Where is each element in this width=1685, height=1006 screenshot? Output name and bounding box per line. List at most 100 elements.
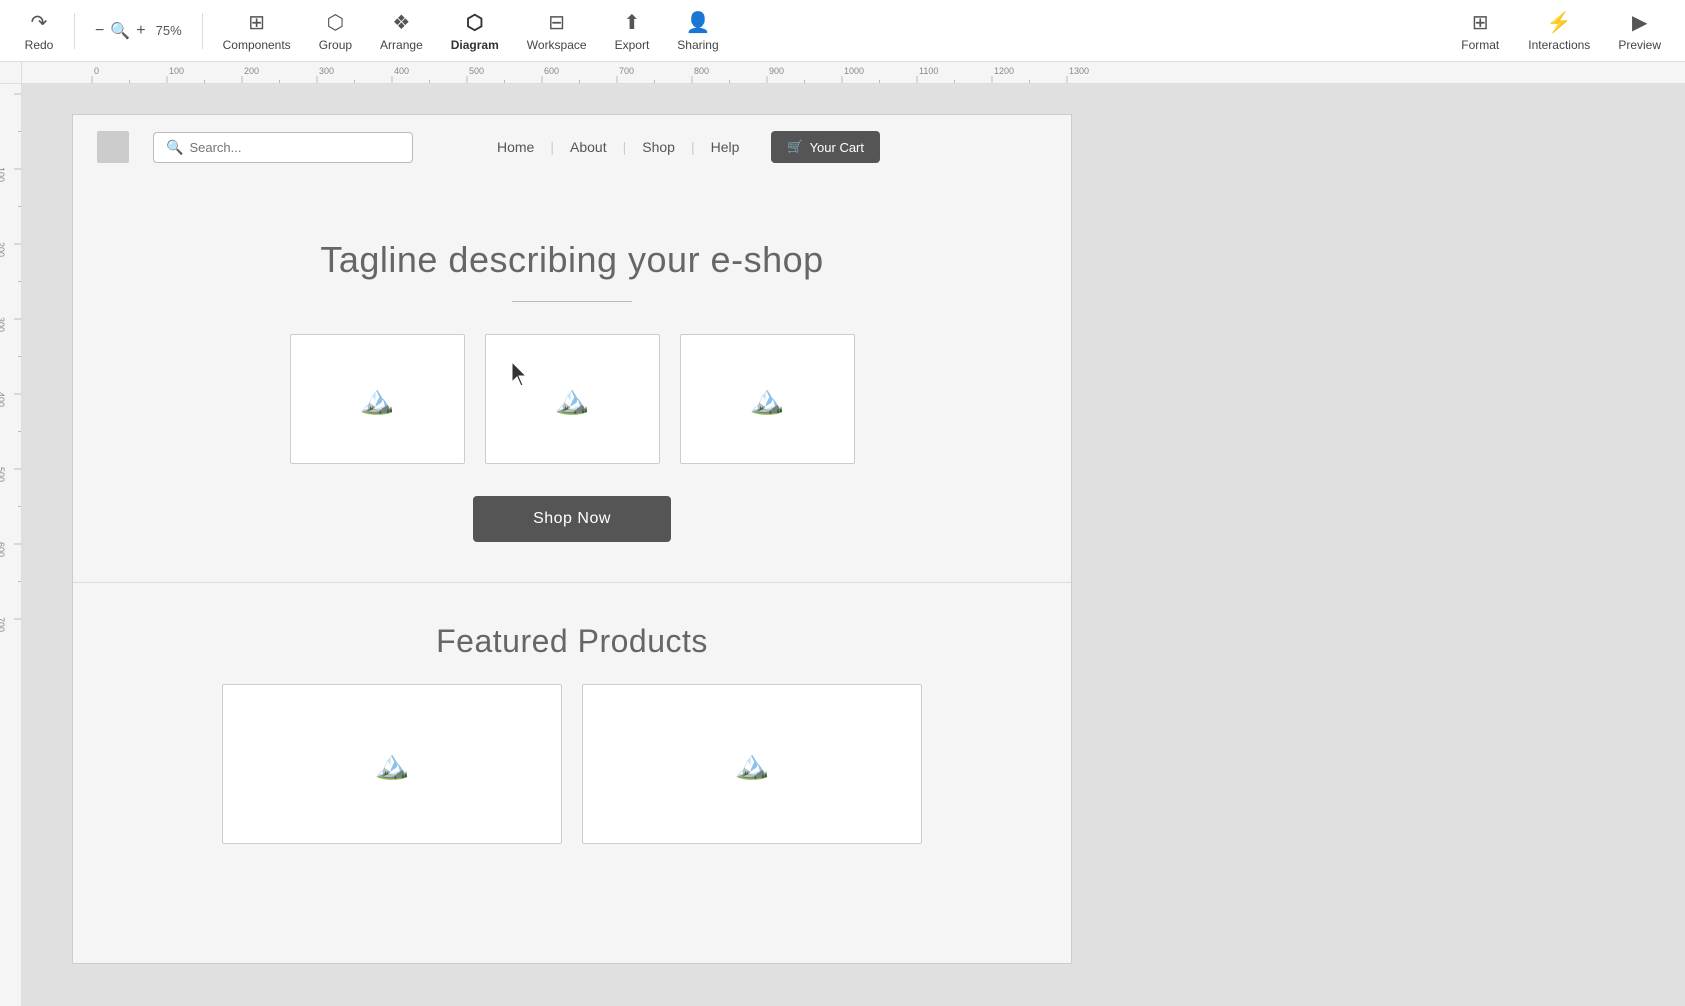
- zoom-value: 75%: [152, 23, 186, 38]
- featured-image-2: 🏔️: [735, 748, 770, 781]
- nav-sep-3: |: [691, 139, 695, 155]
- search-icon: 🔍: [166, 139, 183, 156]
- svg-text:900: 900: [769, 66, 784, 76]
- format-button[interactable]: ⊞ Format: [1448, 4, 1512, 58]
- components-button[interactable]: ⊞ Components: [211, 4, 303, 58]
- interactions-label: Interactions: [1528, 38, 1590, 52]
- zoom-icon: 🔍: [110, 21, 130, 41]
- wireframe-navbar: 🔍 Home | About | Shop | Help 🛒 Your Cart: [73, 115, 1071, 179]
- workspace-icon: ⊟: [548, 10, 565, 35]
- ruler-horizontal: 0 100 200 300 400 500 600 700 800 900 1000 1100 1200…: [22, 62, 1685, 84]
- export-icon: ⬆: [624, 10, 641, 35]
- svg-text:0: 0: [94, 66, 99, 76]
- svg-text:400: 400: [0, 392, 6, 407]
- product-image-2: 🏔️: [555, 383, 590, 416]
- group-label: Group: [319, 38, 352, 52]
- cart-icon: 🛒: [787, 139, 803, 155]
- ruler-corner: [0, 62, 22, 84]
- zoom-plus-button[interactable]: +: [132, 20, 149, 42]
- arrange-label: Arrange: [380, 38, 423, 52]
- components-label: Components: [223, 38, 291, 52]
- svg-text:200: 200: [0, 242, 6, 257]
- svg-text:1200: 1200: [994, 66, 1014, 76]
- featured-image-1: 🏔️: [375, 748, 410, 781]
- svg-text:500: 500: [469, 66, 484, 76]
- page-frame: 🔍 Home | About | Shop | Help 🛒 Your Cart…: [72, 114, 1072, 964]
- cart-button[interactable]: 🛒 Your Cart: [771, 131, 880, 163]
- nav-sep-2: |: [623, 139, 627, 155]
- hero-divider: [512, 301, 632, 302]
- format-icon: ⊞: [1472, 10, 1489, 35]
- export-label: Export: [615, 38, 650, 52]
- nav-shop[interactable]: Shop: [634, 135, 683, 159]
- toolbar: ↷ Redo − 🔍 + 75% ⊞ Components ⬡ Group ❖ …: [0, 0, 1685, 62]
- redo-icon: ↷: [31, 10, 48, 35]
- group-button[interactable]: ⬡ Group: [307, 4, 364, 58]
- diagram-button[interactable]: ⬡ Diagram: [439, 4, 511, 58]
- featured-card-2[interactable]: 🏔️: [582, 684, 922, 844]
- export-button[interactable]: ⬆ Export: [603, 4, 662, 58]
- svg-text:1300: 1300: [1069, 66, 1089, 76]
- svg-text:400: 400: [394, 66, 409, 76]
- nav-help[interactable]: Help: [703, 135, 748, 159]
- svg-text:100: 100: [0, 167, 6, 182]
- shop-now-button[interactable]: Shop Now: [473, 496, 671, 542]
- featured-grid: 🏔️ 🏔️: [97, 684, 1047, 844]
- svg-text:600: 600: [544, 66, 559, 76]
- arrange-icon: ❖: [392, 10, 410, 35]
- search-bar[interactable]: 🔍: [153, 132, 413, 163]
- format-label: Format: [1461, 38, 1499, 52]
- canvas-area[interactable]: 🔍 Home | About | Shop | Help 🛒 Your Cart…: [22, 84, 1685, 1006]
- divider-1: [74, 13, 75, 49]
- svg-text:700: 700: [619, 66, 634, 76]
- zoom-minus-button[interactable]: −: [91, 20, 108, 42]
- diagram-icon: ⬡: [466, 10, 483, 35]
- svg-text:800: 800: [694, 66, 709, 76]
- nav-sep-1: |: [550, 139, 554, 155]
- product-card-3[interactable]: 🏔️: [680, 334, 855, 464]
- product-grid: 🏔️ 🏔️ 🏔️: [97, 334, 1047, 464]
- sharing-button[interactable]: 👤 Sharing: [665, 4, 730, 58]
- ruler-vertical: 100 200 300 400 500 600 700: [0, 84, 22, 1006]
- product-card-2[interactable]: 🏔️: [485, 334, 660, 464]
- svg-text:300: 300: [319, 66, 334, 76]
- diagram-label: Diagram: [451, 38, 499, 52]
- divider-2: [202, 13, 203, 49]
- preview-button[interactable]: ▶ Preview: [1606, 4, 1673, 58]
- cart-label: Your Cart: [810, 140, 864, 155]
- svg-text:1100: 1100: [919, 66, 938, 76]
- nav-links: Home | About | Shop | Help 🛒 Your Cart: [489, 131, 1047, 163]
- toolbar-right: ⊞ Format ⚡ Interactions ▶ Preview: [1448, 4, 1673, 58]
- arrange-button[interactable]: ❖ Arrange: [368, 4, 435, 58]
- featured-title: Featured Products: [97, 623, 1047, 660]
- product-image-1: 🏔️: [360, 383, 395, 416]
- svg-text:600: 600: [0, 542, 6, 557]
- search-input[interactable]: [189, 140, 389, 155]
- sharing-icon: 👤: [686, 10, 711, 35]
- workspace-button[interactable]: ⊟ Workspace: [515, 4, 599, 58]
- redo-label: Redo: [25, 38, 54, 52]
- preview-label: Preview: [1618, 38, 1661, 52]
- preview-icon: ▶: [1632, 10, 1647, 35]
- svg-text:500: 500: [0, 467, 6, 482]
- product-image-3: 🏔️: [750, 383, 785, 416]
- svg-text:200: 200: [244, 66, 259, 76]
- redo-button[interactable]: ↷ Redo: [12, 4, 66, 58]
- hero-section: Tagline describing your e-shop 🏔️ 🏔️ 🏔️ …: [73, 179, 1071, 582]
- components-icon: ⊞: [248, 10, 265, 35]
- svg-text:700: 700: [0, 617, 6, 632]
- featured-card-1[interactable]: 🏔️: [222, 684, 562, 844]
- sharing-label: Sharing: [677, 38, 718, 52]
- logo-placeholder: [97, 131, 129, 163]
- svg-text:1000: 1000: [844, 66, 864, 76]
- svg-text:100: 100: [169, 66, 184, 76]
- svg-text:300: 300: [0, 317, 6, 332]
- interactions-icon: ⚡: [1547, 10, 1572, 35]
- group-icon: ⬡: [327, 10, 344, 35]
- product-card-1[interactable]: 🏔️: [290, 334, 465, 464]
- shop-now-label: Shop Now: [533, 510, 611, 527]
- nav-about[interactable]: About: [562, 135, 615, 159]
- featured-section: Featured Products 🏔️ 🏔️: [73, 582, 1071, 844]
- nav-home[interactable]: Home: [489, 135, 542, 159]
- interactions-button[interactable]: ⚡ Interactions: [1516, 4, 1602, 58]
